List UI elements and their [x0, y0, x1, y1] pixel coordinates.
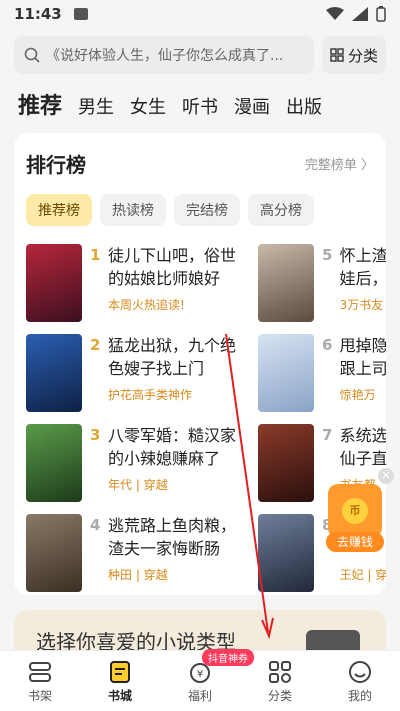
book-item[interactable]: 4 逃荒路上鱼肉粮，渣夫一家悔断肠 种田 | 穿越 — [26, 514, 266, 592]
book-rank: 5 — [322, 246, 333, 264]
book-tag: 护花高手类神作 — [108, 388, 193, 402]
rank-tab-hot[interactable]: 热读榜 — [100, 194, 166, 226]
tab-publish[interactable]: 出版 — [286, 93, 322, 119]
wifi-icon — [326, 7, 344, 20]
book-cover — [26, 244, 82, 322]
nav-bookstore[interactable]: 书城 — [80, 651, 160, 711]
book-rank: 6 — [322, 336, 333, 354]
book-item[interactable]: 3 八零军婚：糙汉家的小辣媳赚麻了 年代 | 穿越 — [26, 424, 266, 502]
signal-icon — [352, 7, 368, 21]
category-grid-icon — [269, 661, 291, 683]
bookshelf-icon — [29, 662, 51, 682]
nav-welfare[interactable]: 抖音神券 ¥ 福利 — [160, 649, 254, 711]
category-button[interactable]: 分类 — [322, 36, 386, 74]
nav-label: 福利 — [187, 689, 212, 703]
grid-icon — [330, 48, 344, 62]
tab-comic[interactable]: 漫画 — [234, 93, 270, 119]
book-list: 1 徒儿下山吧，俗世的姑娘比师娘好 本周火热追读! 2 猛龙出狱，九个绝色嫂子找… — [26, 244, 386, 595]
book-rank: 3 — [90, 426, 101, 444]
nav-profile[interactable]: 我的 — [320, 651, 400, 711]
book-title: 猛龙出狱，九个绝色嫂子找上门 — [108, 336, 237, 378]
red-envelope-icon: 币 — [328, 484, 382, 538]
book-title: 系统选 仙子直 — [339, 426, 386, 468]
close-icon[interactable]: ✕ — [378, 468, 394, 484]
book-title: 甩掉隐 跟上司 — [339, 336, 386, 378]
search-placeholder: 《说好体验人生，仙子你怎么成真了... — [46, 48, 284, 64]
image-notification-icon — [73, 8, 88, 20]
book-rank: 4 — [90, 516, 101, 534]
nav-label: 书架 — [27, 689, 52, 703]
search-row: 《说好体验人生，仙子你怎么成真了... 分类 — [14, 36, 386, 74]
nav-label: 分类 — [267, 689, 292, 703]
earn-money-float[interactable]: 币 去赚钱 — [326, 484, 384, 558]
book-cover — [26, 334, 82, 412]
status-time: 11:43 — [14, 5, 62, 23]
book-cover — [258, 424, 314, 502]
book-title: 怀上渣 娃后， — [339, 246, 386, 288]
book-item[interactable]: 6 甩掉隐 跟上司 惊艳万 — [258, 334, 386, 412]
ranking-tabs: 推荐榜 热读榜 完结榜 高分榜 — [26, 194, 374, 226]
smile-profile-icon — [349, 661, 371, 683]
rank-tab-highscore[interactable]: 高分榜 — [248, 194, 314, 226]
book-cover — [26, 424, 82, 502]
bottom-nav: 书架 书城 抖音神券 ¥ 福利 分类 我的 — [0, 649, 400, 711]
nav-bookshelf[interactable]: 书架 — [0, 651, 80, 711]
category-label: 分类 — [347, 46, 378, 65]
coin-icon: 币 — [342, 498, 368, 524]
nav-category[interactable]: 分类 — [240, 651, 320, 711]
nav-label: 书城 — [107, 689, 132, 703]
book-cover — [258, 334, 314, 412]
book-tag: 本周火热追读! — [108, 298, 185, 312]
book-item[interactable]: 1 徒儿下山吧，俗世的姑娘比师娘好 本周火热追读! — [26, 244, 266, 322]
search-icon — [24, 47, 40, 63]
full-ranking-link[interactable]: 完整榜单 〉 — [305, 154, 374, 173]
book-cover — [26, 514, 82, 592]
book-tag: 王妃 | 穿 — [339, 568, 386, 582]
book-item[interactable]: 2 猛龙出狱，九个绝色嫂子找上门 护花高手类神作 — [26, 334, 266, 412]
book-cover — [258, 514, 314, 592]
nav-label: 我的 — [347, 689, 372, 703]
earn-money-label: 去赚钱 — [326, 532, 384, 552]
battery-icon — [376, 6, 386, 22]
ranking-title: 排行榜 — [26, 153, 86, 177]
bookstore-icon — [110, 661, 130, 683]
book-rank: 2 — [90, 336, 101, 354]
status-bar: 11:43 — [0, 0, 400, 28]
rank-tab-finished[interactable]: 完结榜 — [174, 194, 240, 226]
rank-tab-recommend[interactable]: 推荐榜 — [26, 194, 92, 226]
search-input[interactable]: 《说好体验人生，仙子你怎么成真了... — [14, 36, 314, 74]
status-icons — [326, 6, 386, 22]
book-cover — [258, 244, 314, 322]
book-tag: 3万书友 — [339, 298, 384, 312]
book-tag: 种田 | 穿越 — [108, 568, 168, 582]
book-rank: 1 — [90, 246, 101, 264]
book-item[interactable]: 5 怀上渣 娃后， 3万书友 — [258, 244, 386, 322]
ranking-header: 排行榜 完整榜单 〉 — [26, 149, 374, 178]
top-tabs: 推荐 男生 女生 听书 漫画 出版 — [18, 88, 322, 120]
tab-male[interactable]: 男生 — [78, 93, 114, 119]
tab-recommend[interactable]: 推荐 — [18, 88, 62, 120]
tab-audiobook[interactable]: 听书 — [182, 93, 218, 119]
book-title: 徒儿下山吧，俗世的姑娘比师娘好 — [108, 246, 237, 288]
tab-female[interactable]: 女生 — [130, 93, 166, 119]
book-title: 八零军婚：糙汉家的小辣媳赚麻了 — [108, 426, 237, 468]
svg-text:¥: ¥ — [197, 669, 203, 680]
book-title: 逃荒路上鱼肉粮，渣夫一家悔断肠 — [108, 516, 237, 558]
book-tag: 惊艳万 — [339, 388, 376, 402]
book-tag: 年代 | 穿越 — [108, 478, 168, 492]
